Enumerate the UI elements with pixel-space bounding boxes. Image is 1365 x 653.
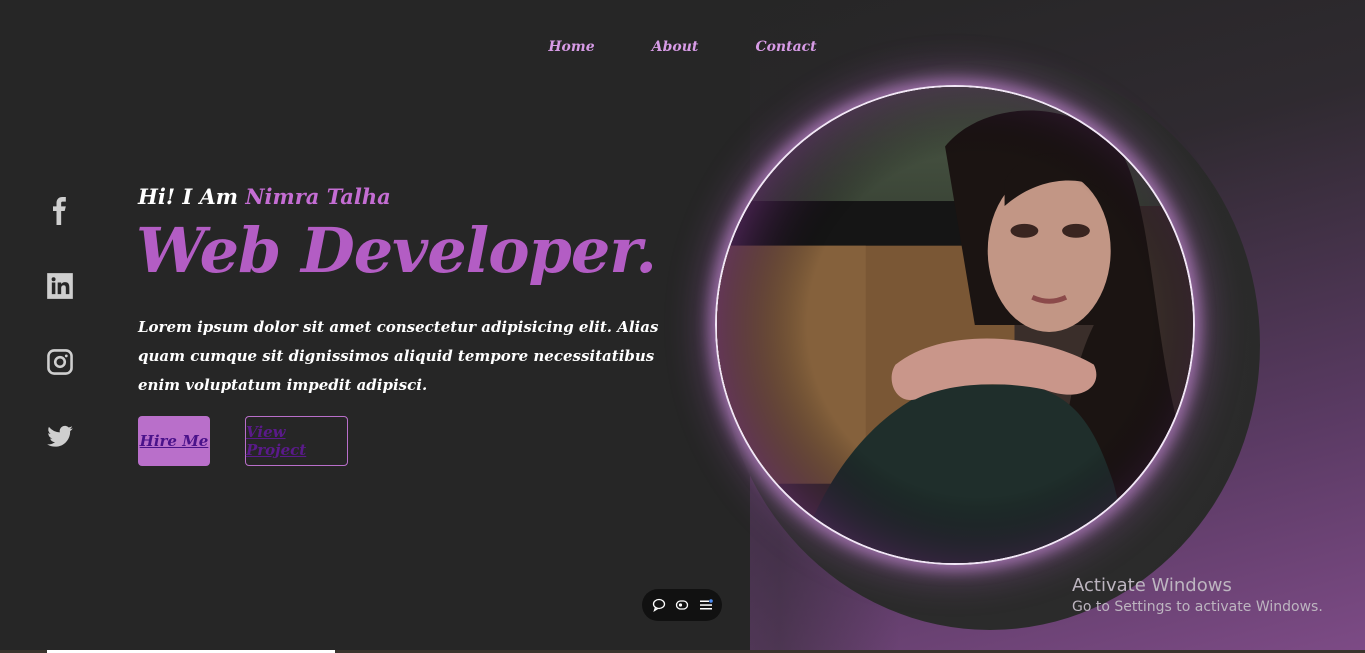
- hire-me-button[interactable]: Hire Me: [138, 416, 210, 466]
- view-project-button[interactable]: View Project: [245, 416, 348, 466]
- nav-contact-link[interactable]: Contact: [755, 39, 816, 55]
- hero-title: Web Developer.: [136, 214, 657, 287]
- nav-home-link[interactable]: Home: [548, 39, 594, 55]
- menu-icon[interactable]: [699, 598, 713, 612]
- linkedin-icon[interactable]: [44, 270, 76, 302]
- greeting-text: Hi! I Am: [138, 184, 238, 209]
- hero-description: Lorem ipsum dolor sit amet consectetur a…: [138, 318, 659, 394]
- instagram-icon[interactable]: [44, 346, 76, 378]
- activate-title: Activate Windows: [1072, 575, 1232, 596]
- greeting: Hi! I Am Nimra Talha: [138, 184, 391, 209]
- floating-toolbar: [642, 589, 722, 621]
- capture-icon[interactable]: [675, 598, 689, 612]
- twitter-icon[interactable]: [44, 421, 76, 453]
- profile-photo: [715, 85, 1195, 565]
- windows-activation-watermark: Activate Windows Go to Settings to activ…: [1072, 575, 1323, 615]
- main-nav: Home About Contact: [0, 36, 1365, 55]
- developer-name: Nimra Talha: [245, 184, 391, 209]
- nav-about-link[interactable]: About: [652, 39, 699, 55]
- chat-icon[interactable]: [652, 598, 666, 612]
- facebook-icon[interactable]: [44, 195, 76, 227]
- activate-subtitle: Go to Settings to activate Windows.: [1072, 599, 1323, 615]
